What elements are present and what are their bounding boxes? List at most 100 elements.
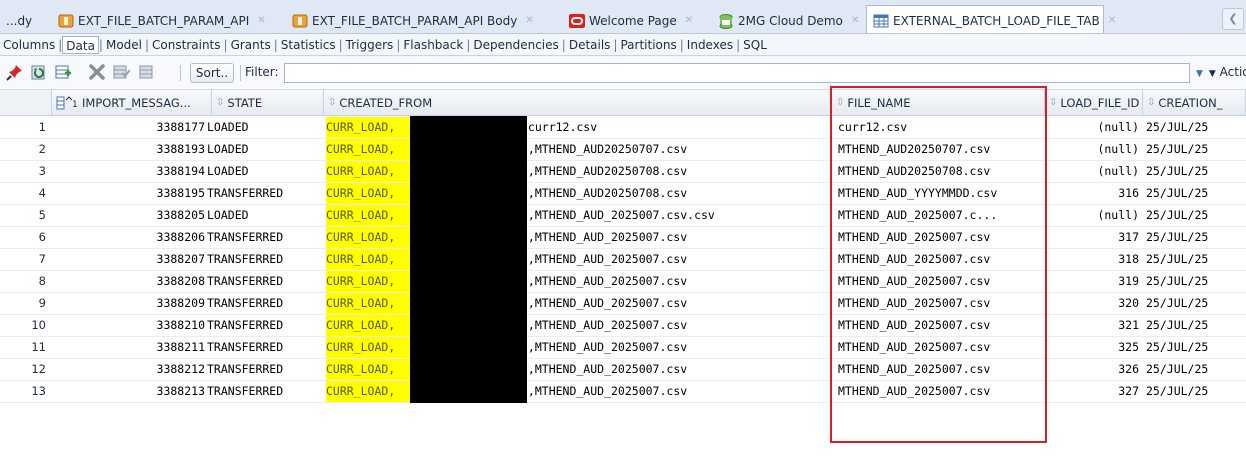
cell-import-message-id[interactable]: 3388193 (52, 139, 205, 160)
row-number[interactable]: 3 (0, 161, 46, 182)
subtab-partitions[interactable]: Partitions (617, 36, 679, 54)
chevron-down-icon[interactable]: ▼ (1196, 69, 1203, 79)
row-number[interactable]: 9 (0, 293, 46, 314)
cell-load-file-id[interactable]: (null) (1046, 161, 1139, 182)
rollback-icon[interactable] (138, 63, 156, 81)
cell-load-file-id[interactable]: (null) (1046, 205, 1139, 226)
cell-state[interactable]: TRANSFERRED (207, 381, 322, 402)
cell-file-name[interactable]: curr12.csv (838, 117, 1043, 138)
table-row[interactable]: 10 3388210 TRANSFERRED MTHEND_AUD_2025007.c… (0, 314, 1246, 337)
cell-created-from-prefix[interactable]: CURR_LOAD, (326, 227, 410, 248)
cell-import-message-id[interactable]: 3388205 (52, 205, 205, 226)
cell-created-from-prefix[interactable]: CURR_LOAD, (326, 293, 410, 314)
cell-load-file-id[interactable]: 320 (1046, 293, 1139, 314)
close-icon[interactable]: ✕ (257, 15, 265, 26)
cell-file-name[interactable]: MTHEND_AUD_2025007.csv (838, 227, 1043, 248)
actions-menu-button[interactable]: ▼ ▼ Actio (1196, 65, 1246, 79)
cell-created-from-suffix[interactable]: 5,MTHEND_AUD_2025007.csv (521, 249, 830, 270)
cell-created-from-prefix[interactable]: CURR_LOAD, (326, 183, 410, 204)
row-number[interactable]: 13 (0, 381, 46, 402)
cell-import-message-id[interactable]: 3388211 (52, 337, 205, 358)
tab-external-batch-load-file-tab[interactable]: EXTERNAL_BATCH_LOAD_FILE_TAB ✕ (866, 5, 1116, 33)
subtab-columns[interactable]: Columns (0, 36, 58, 54)
subtab-data[interactable]: Data (62, 35, 99, 54)
cell-created-from-prefix[interactable]: CURR_LOAD, (326, 139, 410, 160)
delete-row-icon[interactable] (88, 63, 106, 81)
subtab-dependencies[interactable]: Dependencies (470, 36, 561, 54)
cell-creation[interactable]: 25/JUL/25 (1146, 227, 1244, 248)
cell-file-name[interactable]: MTHEND_AUD_2025007.csv (838, 337, 1043, 358)
cell-created-from-suffix[interactable]: 5,MTHEND_AUD_2025007.csv (521, 315, 830, 336)
cell-creation[interactable]: 25/JUL/25 (1146, 315, 1244, 336)
cell-creation[interactable]: 25/JUL/25 (1146, 359, 1244, 380)
tab-ext-file-batch-param-api[interactable]: EXT_FILE_BATCH_PARAM_API ✕ (52, 7, 284, 33)
cell-load-file-id[interactable]: 319 (1046, 271, 1139, 292)
cell-state[interactable]: TRANSFERRED (207, 227, 322, 248)
column-header-file-name[interactable]: ⇳ FILE_NAME (832, 90, 1045, 116)
row-number[interactable]: 5 (0, 205, 46, 226)
insert-row-icon[interactable] (54, 63, 72, 81)
tab-2mg-cloud-demo[interactable]: 2MG Cloud Demo ✕ (712, 7, 862, 33)
cell-created-from-suffix[interactable]: 5,MTHEND_AUD_2025007.csv (521, 293, 830, 314)
cell-file-name[interactable]: MTHEND_AUD_2025007.csv (838, 315, 1043, 336)
cell-created-from-suffix[interactable]: 5,MTHEND_AUD_2025007.csv.csv (521, 205, 830, 226)
subtab-triggers[interactable]: Triggers (343, 36, 397, 54)
tab-welcome-page[interactable]: Welcome Page ✕ (563, 7, 719, 33)
cell-created-from-suffix[interactable]: 5,MTHEND_AUD_2025007.csv (521, 271, 830, 292)
subtab-details[interactable]: Details (566, 36, 614, 54)
row-number[interactable]: 11 (0, 337, 46, 358)
cell-created-from-prefix[interactable]: CURR_LOAD, (326, 381, 410, 402)
cell-state[interactable]: LOADED (207, 205, 322, 226)
cell-file-name[interactable]: MTHEND_AUD_2025007.csv (838, 293, 1043, 314)
close-icon[interactable]: ✕ (1108, 15, 1116, 26)
table-row[interactable]: 4 3388195 TRANSFERRED MTHEND_AUD_YYYYMMDD.c… (0, 182, 1246, 205)
column-header-state[interactable]: ⇳ STATE (212, 90, 324, 116)
column-header-load-file-id[interactable]: ⇳ LOAD_FILE_ID (1045, 90, 1143, 116)
subtab-constraints[interactable]: Constraints (149, 36, 223, 54)
row-number[interactable]: 7 (0, 249, 46, 270)
cell-import-message-id[interactable]: 3388206 (52, 227, 205, 248)
cell-created-from-prefix[interactable]: CURR_LOAD, (326, 337, 410, 358)
cell-import-message-id[interactable]: 3388207 (52, 249, 205, 270)
cell-creation[interactable]: 25/JUL/25 (1146, 381, 1244, 402)
cell-created-from-prefix[interactable]: CURR_LOAD, (326, 161, 410, 182)
row-number[interactable]: 12 (0, 359, 46, 380)
cell-import-message-id[interactable]: 3388210 (52, 315, 205, 336)
table-row[interactable]: 9 3388209 TRANSFERRED MTHEND_AUD_2025007.cs… (0, 292, 1246, 315)
commit-icon[interactable] (112, 63, 130, 81)
table-row[interactable]: 2 3388193 LOADED MTHEND_AUD20250707.csv (nul… (0, 138, 1246, 161)
subtab-model[interactable]: Model (103, 36, 145, 54)
cell-load-file-id[interactable]: 326 (1046, 359, 1139, 380)
cell-load-file-id[interactable]: (null) (1046, 139, 1139, 160)
cell-file-name[interactable]: MTHEND_AUD_2025007.csv (838, 381, 1043, 402)
row-number[interactable]: 6 (0, 227, 46, 248)
sort-button[interactable]: Sort.. (190, 63, 234, 83)
cell-import-message-id[interactable]: 3388195 (52, 183, 205, 204)
cell-import-message-id[interactable]: 3388177 (52, 117, 205, 138)
cell-import-message-id[interactable]: 3388213 (52, 381, 205, 402)
cell-state[interactable]: TRANSFERRED (207, 271, 322, 292)
cell-creation[interactable]: 25/JUL/25 (1146, 249, 1244, 270)
subtab-statistics[interactable]: Statistics (278, 36, 339, 54)
column-header-created-from[interactable]: ⇳ CREATED_FROM (324, 90, 832, 116)
cell-state[interactable]: TRANSFERRED (207, 293, 322, 314)
cell-created-from-suffix[interactable]: 5,MTHEND_AUD_2025007.csv (521, 227, 830, 248)
table-row[interactable]: 12 3388212 TRANSFERRED MTHEND_AUD_2025007.c… (0, 358, 1246, 381)
cell-file-name[interactable]: MTHEND_AUD_2025007.csv (838, 271, 1043, 292)
cell-created-from-prefix[interactable]: CURR_LOAD, (326, 205, 410, 226)
cell-load-file-id[interactable]: 327 (1046, 381, 1139, 402)
cell-state[interactable]: LOADED (207, 139, 322, 160)
subtab-flashback[interactable]: Flashback (400, 36, 466, 54)
cell-created-from-suffix[interactable]: 5,MTHEND_AUD_2025007.csv (521, 337, 830, 358)
cell-creation[interactable]: 25/JUL/25 (1146, 205, 1244, 226)
cell-state[interactable]: TRANSFERRED (207, 249, 322, 270)
cell-created-from-prefix[interactable]: CURR_LOAD, (326, 359, 410, 380)
cell-creation[interactable]: 25/JUL/25 (1146, 183, 1244, 204)
table-row[interactable]: 13 3388213 TRANSFERRED MTHEND_AUD_2025007.c… (0, 380, 1246, 403)
cell-load-file-id[interactable]: 318 (1046, 249, 1139, 270)
cell-created-from-suffix[interactable]: 5,MTHEND_AUD20250708.csv (521, 161, 830, 182)
cell-state[interactable]: TRANSFERRED (207, 359, 322, 380)
cell-file-name[interactable]: MTHEND_AUD20250707.csv (838, 139, 1043, 160)
cell-created-from-suffix[interactable]: 5,MTHEND_AUD20250708.csv (521, 183, 830, 204)
cell-created-from-prefix[interactable]: CURR_LOAD, (326, 249, 410, 270)
